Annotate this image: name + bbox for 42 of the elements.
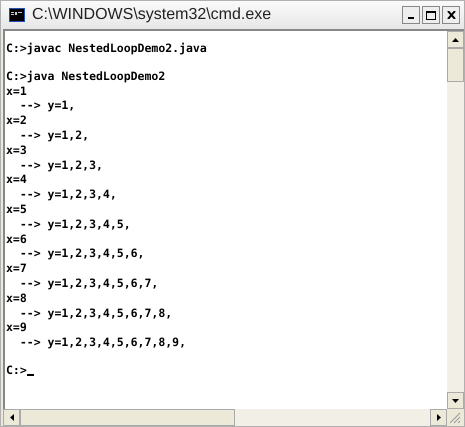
console-line: --> y=1,2,3,4,: [18, 187, 117, 202]
console-line: --> y=1,2,3,4,5,6,7,: [18, 276, 158, 291]
console-line: --> y=1,2,3,: [18, 158, 103, 172]
down-arrow-icon: [452, 398, 459, 402]
console-line: --> y=1,2,3,4,5,6,: [18, 246, 144, 262]
horizontal-scrollbar[interactable]: [3, 409, 447, 426]
text-cursor: [26, 374, 34, 376]
scroll-thumb[interactable]: [20, 409, 235, 426]
close-button[interactable]: [442, 6, 460, 24]
console-line: --> y=1,: [18, 98, 76, 114]
console-icon: [9, 8, 25, 22]
console-line: x=3: [6, 142, 27, 158]
console-line: x=8: [6, 290, 27, 306]
window-title: C:\WINDOWS\system32\cmd.exe: [32, 6, 272, 24]
close-icon: [446, 11, 456, 19]
console-line: C:>: [6, 362, 27, 378]
scroll-right-button[interactable]: [430, 409, 447, 426]
scroll-thumb[interactable]: [447, 48, 464, 82]
console-line: x=6: [6, 232, 27, 246]
console-line: x=7: [6, 261, 27, 276]
right-arrow-icon: [436, 414, 440, 421]
console-line: x=2: [6, 113, 27, 128]
console-line: C:>javac NestedLoopDemo2.java: [6, 41, 207, 56]
up-arrow-icon: [452, 38, 459, 42]
console-line: --> y=1,2,: [18, 128, 90, 143]
minimize-button[interactable]: [402, 6, 420, 24]
console-line: C:>java NestedLoopDemo2: [6, 68, 166, 84]
resize-grip-icon[interactable]: [449, 412, 461, 424]
console-line: x=9: [6, 320, 27, 336]
console-line: --> y=1,2,3,4,5,6,7,8,: [18, 306, 172, 320]
maximize-icon: [426, 10, 436, 20]
scroll-left-button[interactable]: [3, 409, 20, 426]
console-line: x=1: [6, 84, 27, 98]
scroll-down-button[interactable]: [447, 392, 464, 409]
maximize-button[interactable]: [422, 6, 440, 24]
console-line: x=5: [6, 202, 27, 217]
left-arrow-icon: [10, 414, 14, 421]
console-line: x=4: [6, 172, 27, 188]
console-line: --> y=1,2,3,4,5,6,7,8,9,: [18, 335, 186, 350]
vertical-scrollbar[interactable]: [447, 31, 464, 409]
scroll-up-button[interactable]: [447, 31, 464, 48]
console-line: --> y=1,2,3,4,5,: [18, 216, 131, 232]
